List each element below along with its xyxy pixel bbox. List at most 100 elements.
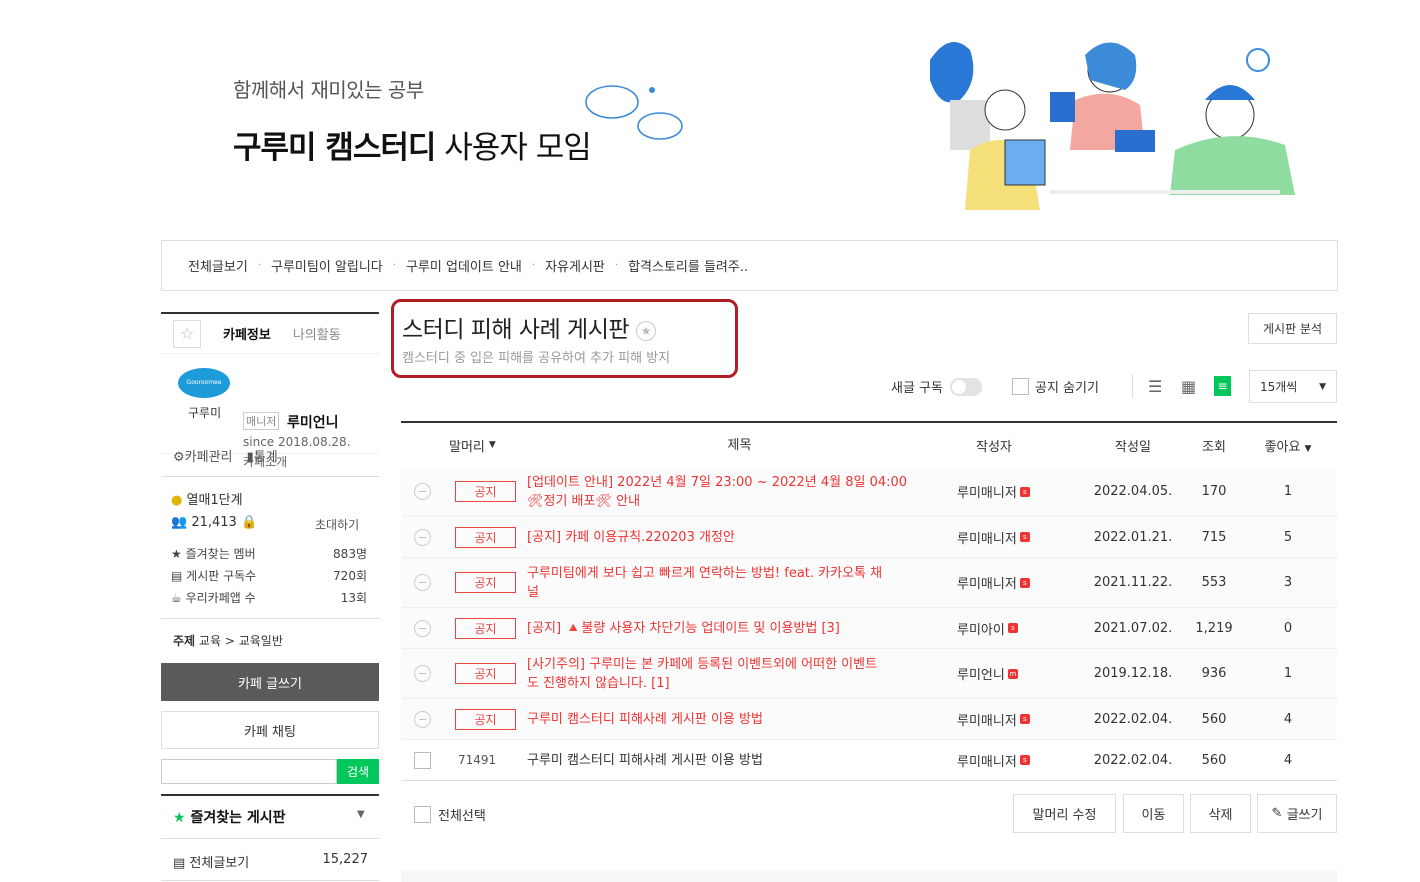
- all-posts-row[interactable]: ▤ 전체글보기 15,227: [173, 852, 368, 871]
- all-posts-label: ▤ 전체글보기: [173, 856, 250, 871]
- staff-icon: m: [1007, 668, 1018, 679]
- post-date: 2019.12.18.: [1093, 666, 1173, 681]
- header-prefix-text: 말머리: [449, 439, 485, 455]
- level-text: 열매1단계: [186, 493, 243, 508]
- title-prefix: [공지]: [527, 620, 566, 636]
- post-title[interactable]: [공지] 카페 이용규칙.220203 개정안: [522, 528, 952, 547]
- sidebar-search-input[interactable]: [161, 759, 337, 784]
- manager-name[interactable]: 루미언니: [287, 412, 339, 432]
- notice-badge: 공지: [455, 663, 516, 684]
- minus-icon[interactable]: −: [414, 665, 431, 682]
- invite-link[interactable]: 초대하기: [315, 516, 359, 533]
- post-title[interactable]: [업데이트 안내] 2022년 4월 7일 23:00 ~ 2022년 4월 8…: [522, 473, 952, 511]
- fav-board-label: 즐겨찾는 게시판: [190, 810, 286, 826]
- header-views: 조회: [1202, 439, 1226, 455]
- row-checkbox[interactable]: [414, 751, 431, 769]
- menu-item-notice[interactable]: 구루미팀이 알립니다: [271, 256, 383, 275]
- cafe-profile: Gooroomee 구루미 매니저 루미언니 since 2018.08.28.…: [161, 354, 379, 469]
- students-illustration: [930, 42, 1295, 210]
- menu-item-update[interactable]: 구루미 업데이트 안내: [406, 256, 522, 275]
- stats-link[interactable]: 통계: [254, 450, 278, 465]
- minus-icon[interactable]: −: [414, 483, 431, 500]
- manager-badge: 매니저: [243, 412, 280, 430]
- board-sub-label-text: 게시판 구독수: [186, 569, 257, 583]
- divider: [1132, 374, 1133, 398]
- post-title[interactable]: 구루미 캠스터디 피해사례 게시판 이용 방법: [522, 710, 952, 729]
- menu-item-free[interactable]: 자유게시판: [545, 256, 605, 275]
- cafe-write-button[interactable]: 카페 글쓰기: [161, 663, 379, 701]
- minus-icon[interactable]: −: [414, 619, 431, 637]
- minus-icon[interactable]: −: [414, 710, 431, 728]
- staff-icon: s: [1019, 532, 1030, 542]
- hide-notice-checkbox[interactable]: [1012, 378, 1029, 395]
- post-author[interactable]: 루미매니저 s: [952, 528, 1077, 547]
- author-name: 루미매니저: [957, 486, 1017, 501]
- star-icon[interactable]: ★: [635, 320, 656, 341]
- post-title[interactable]: [사기주의] 구루미는 본 카페에 등록된 이벤트외에 어떠한 이벤트 도 진행하…: [522, 655, 952, 693]
- post-title[interactable]: 구루미 캠스터디 피해사례 게시판 이용 방법: [522, 751, 952, 770]
- board-analysis-button[interactable]: 게시판 분석: [1248, 313, 1337, 344]
- grid-view-icon[interactable]: ▦: [1181, 377, 1196, 396]
- row-number-cell: 71491: [401, 751, 522, 769]
- author-name: 루미아이: [957, 622, 1005, 638]
- card-view-icon[interactable]: ≡: [1214, 376, 1231, 396]
- minus-icon[interactable]: −: [414, 528, 431, 546]
- post-views: 715: [1201, 529, 1227, 545]
- cafe-title: 구루미 캠스터디 사용자 모임: [233, 122, 592, 167]
- post-views: 553: [1201, 575, 1227, 590]
- app-row: ☕ 우리카페앱 수 13회: [171, 589, 367, 606]
- cafe-admin-link[interactable]: 카페관리: [185, 450, 233, 465]
- post-author[interactable]: 루미매니저 s: [952, 710, 1077, 729]
- write-button[interactable]: ✎ 글쓰기: [1257, 794, 1337, 833]
- subscribe-toggle[interactable]: [949, 377, 982, 396]
- tab-my-activity[interactable]: 나의활동: [293, 324, 341, 343]
- header-likes[interactable]: 좋아요 ▼: [1239, 436, 1337, 455]
- edit-prefix-button[interactable]: 말머리 수정: [1013, 794, 1116, 833]
- post-date: 2022.01.21.: [1093, 529, 1173, 545]
- hide-notice-label: 공지 숨기기: [1035, 381, 1099, 396]
- chevron-down-icon[interactable]: ▼: [357, 809, 365, 820]
- header-prefix[interactable]: 말머리 ▼: [401, 436, 522, 455]
- cafe-logo: Gooroomee: [178, 368, 230, 398]
- fav-board-header[interactable]: ★ 즐겨찾는 게시판: [173, 807, 285, 827]
- post-author[interactable]: 루미매니저 s: [952, 751, 1077, 770]
- tab-cafe-info[interactable]: 카페정보: [223, 324, 271, 343]
- post-number: 71491: [458, 753, 497, 767]
- post-likes: 4: [1283, 711, 1293, 727]
- menu-separator: ·: [392, 260, 396, 271]
- table-row: − 공지 구루미 캠스터디 피해사례 게시판 이용 방법 루미매니저 s 2022.…: [401, 699, 1337, 740]
- post-title[interactable]: 구루미팀에게 보다 쉽고 빠르게 연락하는 방법! feat. 카카오톡 채널: [522, 564, 952, 602]
- cafe-chat-button[interactable]: 카페 채팅: [161, 711, 379, 749]
- row-prefix: − 공지: [401, 663, 522, 684]
- row-prefix: − 공지: [401, 572, 522, 593]
- title-text-cont: 🛠정기 배포🛠 안내: [527, 493, 641, 509]
- member-count[interactable]: 21,413: [191, 515, 237, 530]
- menu-item-story[interactable]: 합격스토리를 들려주..: [628, 256, 748, 275]
- post-author[interactable]: 루미아이 s: [952, 619, 1077, 638]
- list-view-icon[interactable]: ☰: [1148, 377, 1162, 396]
- star-icon[interactable]: ☆: [173, 319, 201, 348]
- move-button[interactable]: 이동: [1123, 794, 1184, 833]
- sidebar-tabs: ☆ 카페정보 나의활동: [161, 312, 379, 354]
- divider: [161, 880, 379, 881]
- notice-badge: 공지: [455, 572, 516, 593]
- post-title[interactable]: [공지] 🔺불량 사용자 차단기능 업데이트 및 이용방법 [3]: [522, 619, 952, 638]
- post-author[interactable]: 루미매니저 s: [952, 482, 1077, 501]
- per-page-select[interactable]: 15개씩 ▼: [1249, 370, 1337, 403]
- gear-icon: ⚙: [173, 450, 185, 465]
- board-title: 스터디 피해 사례 게시판 ★: [402, 310, 656, 344]
- minus-icon[interactable]: −: [414, 574, 431, 591]
- notice-badge: 공지: [455, 481, 516, 502]
- title-prefix: [업데이트 안내]: [527, 474, 618, 490]
- post-author[interactable]: 루미언니 m: [952, 664, 1077, 683]
- select-all-checkbox[interactable]: [414, 806, 431, 823]
- post-author[interactable]: 루미매니저 s: [952, 573, 1077, 592]
- menu-item-all[interactable]: 전체글보기: [188, 256, 248, 275]
- subscribe-label: 새글 구독: [891, 381, 943, 396]
- delete-button[interactable]: 삭제: [1190, 794, 1251, 833]
- topic-subcategory[interactable]: 교육일반: [239, 634, 283, 648]
- sidebar-search-button[interactable]: 검색: [337, 759, 379, 784]
- post-date: 2022.04.05.: [1093, 484, 1173, 499]
- post-date: 2021.07.02.: [1093, 620, 1173, 636]
- topic-category[interactable]: 교육: [199, 634, 221, 648]
